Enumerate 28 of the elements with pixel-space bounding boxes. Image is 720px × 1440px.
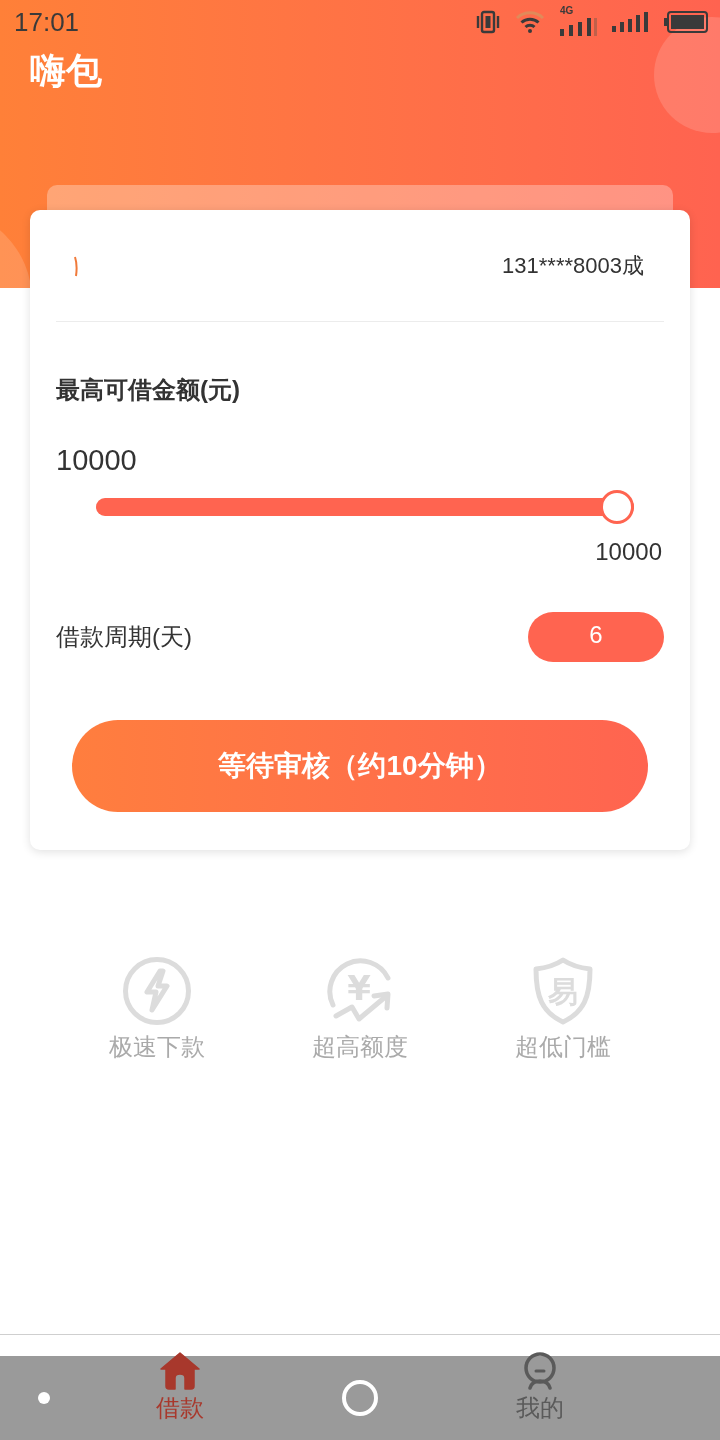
home-icon <box>160 1352 200 1390</box>
feature-label: 超高额度 <box>312 1032 408 1062</box>
submit-button[interactable]: 等待审核（约10分钟） <box>72 720 648 812</box>
amount-value: 10000 <box>56 443 137 478</box>
tab-item[interactable]: 借款 <box>152 1356 208 1440</box>
signal-icon <box>612 12 650 32</box>
battery-icon <box>664 11 708 33</box>
feature-label: 超低门槛 <box>515 1032 611 1062</box>
nav-dot-icon[interactable] <box>38 1392 50 1404</box>
lightning-icon <box>122 956 192 1026</box>
max-amount: 10000 <box>595 537 662 567</box>
app-title: 嗨包 <box>30 50 102 92</box>
vibrate-icon <box>476 10 500 34</box>
mark-icon <box>74 254 78 277</box>
wifi-icon <box>514 10 546 34</box>
amount-slider[interactable] <box>96 490 634 524</box>
feature-label: 极速下款 <box>109 1032 205 1062</box>
status-time: 17:01 <box>14 7 80 37</box>
period-label: 借款周期(天) <box>56 622 192 652</box>
amount-label: 最高可借金额(元) <box>56 375 240 405</box>
tab-item[interactable]: 我的 <box>512 1356 568 1440</box>
signal-icon <box>560 18 598 36</box>
home-button-icon[interactable] <box>342 1380 378 1416</box>
slider-thumb[interactable] <box>600 490 634 524</box>
person-icon <box>523 1352 557 1390</box>
network-type: 4G <box>560 6 574 16</box>
phone-number: 131****8003成 <box>502 251 644 280</box>
period-selector[interactable]: 6 <box>528 612 664 662</box>
